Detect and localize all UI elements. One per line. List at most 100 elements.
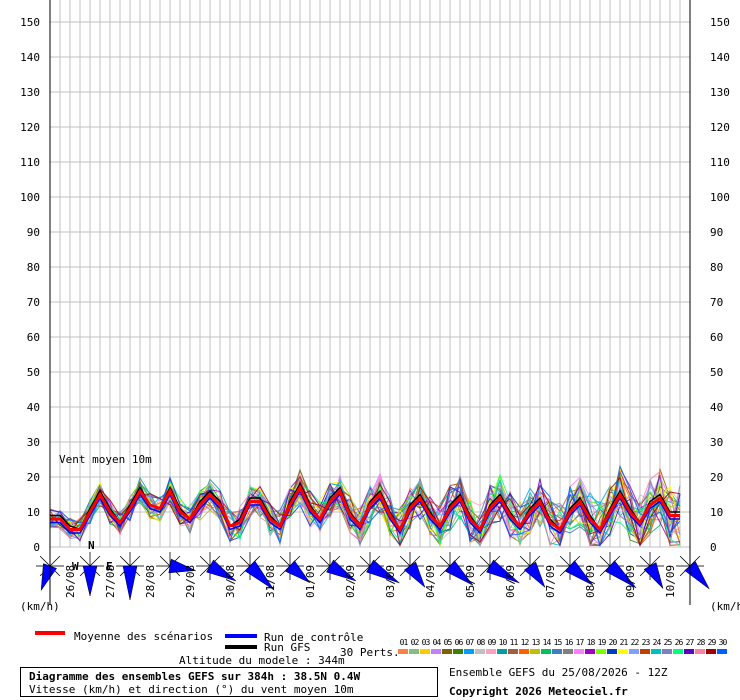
pert-legend-swatch: [706, 649, 716, 654]
pert-legend-swatch: [475, 649, 485, 654]
y-tick-label-right: 120: [710, 121, 730, 134]
compass-north-label: N: [88, 539, 95, 552]
pert-legend-number: 20: [608, 638, 618, 647]
pert-legend-swatch: [519, 649, 529, 654]
x-tick-label: 10/09: [664, 565, 677, 598]
x-tick-label: 06/09: [504, 565, 517, 598]
pert-legend-swatch: [464, 649, 474, 654]
y-unit-left: (km/h): [20, 600, 60, 613]
y-tick-label-left: 0: [33, 541, 40, 554]
y-tick-label-left: 100: [20, 191, 40, 204]
pert-legend-swatch: [717, 649, 727, 654]
pert-legend-swatch: [673, 649, 683, 654]
x-tick-label: 08/09: [584, 565, 597, 598]
pert-legend-swatch: [662, 649, 672, 654]
x-tick-label: 27/08: [104, 565, 117, 598]
pert-legend-number: 27: [685, 638, 695, 647]
perturbation-legend: 01 02 03 04 05 06 07 08 09 10 11 12 13 14 15 16 17 18 19 20…: [398, 638, 732, 658]
y-tick-label-left: 140: [20, 51, 40, 64]
y-tick-label-left: 20: [27, 471, 40, 484]
pert-legend-swatch: [585, 649, 595, 654]
pert-legend-number: 01: [399, 638, 409, 647]
y-tick-label-right: 150: [710, 16, 730, 29]
pert-legend-number: 05: [443, 638, 453, 647]
inner-chart-label: Vent moyen 10m: [59, 453, 152, 466]
pert-legend-swatch: [409, 649, 419, 654]
chart-title: Diagramme des ensembles GEFS sur 384h : …: [29, 670, 361, 683]
altitude-label: Altitude du modele : 344m: [179, 654, 345, 667]
pert-legend-number: 16: [564, 638, 574, 647]
info-box: Diagramme des ensembles GEFS sur 384h : …: [20, 667, 438, 697]
pert-legend-number: 06: [454, 638, 464, 647]
ensemble-run-label: Ensemble GEFS du 25/08/2026 - 12Z: [449, 666, 668, 679]
y-tick-label-right: 30: [710, 436, 723, 449]
pert-legend-number: 19: [597, 638, 607, 647]
pert-legend-swatch: [596, 649, 606, 654]
pert-legend-number: 02: [410, 638, 420, 647]
y-tick-label-right: 60: [710, 331, 723, 344]
y-tick-label-left: 80: [27, 261, 40, 274]
pert-legend-number: 23: [641, 638, 651, 647]
y-tick-label-left: 150: [20, 16, 40, 29]
y-tick-label-right: 20: [710, 471, 723, 484]
y-tick-label-left: 40: [27, 401, 40, 414]
gfs-legend-swatch: [225, 645, 257, 649]
pert-legend-number: 15: [553, 638, 563, 647]
y-tick-label-left: 10: [27, 506, 40, 519]
pert-legend-swatch: [508, 649, 518, 654]
y-tick-label-right: 100: [710, 191, 730, 204]
pert-legend-number: 03: [421, 638, 431, 647]
pert-legend-number: 13: [531, 638, 541, 647]
x-tick-label: 30/08: [224, 565, 237, 598]
y-tick-label-left: 110: [20, 156, 40, 169]
y-tick-label-right: 40: [710, 401, 723, 414]
x-tick-label: 04/09: [424, 565, 437, 598]
mean-legend-swatch: [35, 631, 65, 635]
y-tick-label-left: 90: [27, 226, 40, 239]
pert-legend-number: 18: [586, 638, 596, 647]
pert-legend-number: 10: [498, 638, 508, 647]
y-tick-label-right: 110: [710, 156, 730, 169]
x-tick-label: 05/09: [464, 565, 477, 598]
pert-legend-swatch: [442, 649, 452, 654]
pert-legend-swatch: [618, 649, 628, 654]
mean-legend-label: Moyenne des scénarios: [74, 630, 214, 643]
x-tick-label: 09/09: [624, 565, 637, 598]
pert-legend-number: 07: [465, 638, 475, 647]
pert-legend-number: 17: [575, 638, 585, 647]
y-tick-label-left: 50: [27, 366, 40, 379]
pert-legend-swatch: [651, 649, 661, 654]
pert-legend-number: 11: [509, 638, 519, 647]
y-tick-label-right: 50: [710, 366, 723, 379]
pert-legend-number: 12: [520, 638, 530, 647]
pert-legend-swatch: [541, 649, 551, 654]
pert-legend-number: 14: [542, 638, 552, 647]
pert-legend-swatch: [607, 649, 617, 654]
y-tick-label-right: 0: [710, 541, 717, 554]
y-tick-label-left: 60: [27, 331, 40, 344]
y-tick-label-left: 30: [27, 436, 40, 449]
pert-legend-number: 22: [630, 638, 640, 647]
x-tick-label: 02/09: [344, 565, 357, 598]
gfs-legend-label: Run GFS: [264, 641, 311, 654]
pert-legend-swatch: [497, 649, 507, 654]
pert-legend-swatch: [453, 649, 463, 654]
pert-count-label: 30 Perts.: [340, 646, 400, 659]
pert-legend-swatch: [563, 649, 573, 654]
pert-legend-number: 04: [432, 638, 442, 647]
pert-legend-number: 24: [652, 638, 662, 647]
pert-legend-swatch: [695, 649, 705, 654]
pert-legend-number: 29: [707, 638, 717, 647]
pert-legend-number: 08: [476, 638, 486, 647]
y-tick-label-right: 70: [710, 296, 723, 309]
pert-legend-swatch: [574, 649, 584, 654]
y-tick-label-right: 140: [710, 51, 730, 64]
copyright-label: Copyright 2026 Meteociel.fr: [449, 685, 628, 698]
control-legend-swatch: [225, 634, 257, 638]
pert-legend-number: 25: [663, 638, 673, 647]
x-tick-label: 28/08: [144, 565, 157, 598]
pert-legend-number: 09: [487, 638, 497, 647]
x-tick-label: 07/09: [544, 565, 557, 598]
x-tick-label: 31/08: [264, 565, 277, 598]
y-tick-label-left: 70: [27, 296, 40, 309]
